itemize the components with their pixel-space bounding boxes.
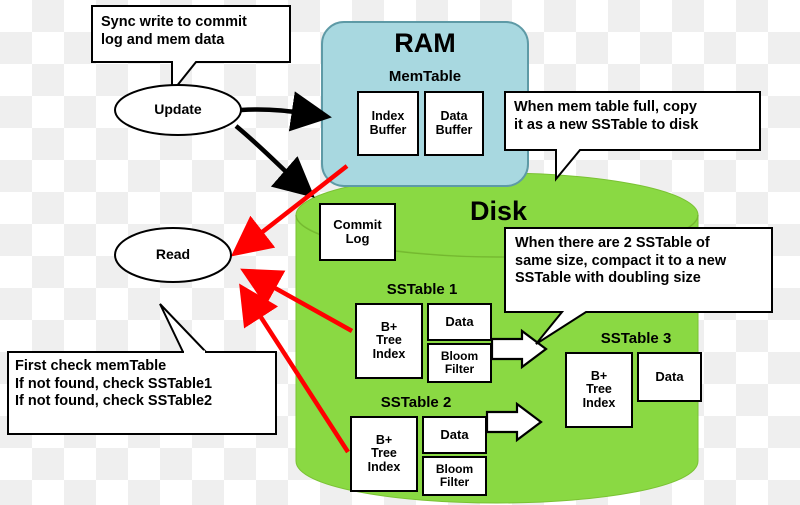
ram-title: RAM bbox=[394, 28, 456, 58]
sstable3-bptree-index-box: B+ Tree Index bbox=[565, 352, 633, 428]
callout-read-path-text: First check memTable If not found, check… bbox=[15, 358, 213, 410]
callout-sync-write-text: Sync write to commit log and mem data bbox=[101, 14, 247, 48]
arrow-update-to-commitlog bbox=[234, 124, 315, 198]
diagram-canvas: RAM MemTable Disk Update Read Index Buff… bbox=[0, 0, 800, 505]
memtable-label: MemTable bbox=[388, 68, 462, 85]
node-update-label: Update bbox=[154, 101, 202, 117]
sstable2-label: SSTable 2 bbox=[380, 394, 452, 411]
sstable2-bptree-index-box: B+ Tree Index bbox=[350, 416, 418, 492]
node-read-label: Read bbox=[155, 246, 191, 262]
sstable1-label: SSTable 1 bbox=[386, 281, 458, 298]
callout-compaction-text: When there are 2 SSTable of same size, c… bbox=[515, 235, 727, 287]
index-buffer-box: Index Buffer bbox=[357, 91, 419, 156]
sstable1-bptree-index-box: B+ Tree Index bbox=[355, 303, 423, 379]
commit-log-box: Commit Log bbox=[319, 203, 396, 261]
sstable2-data-box: Data bbox=[422, 416, 487, 454]
sstable1-data-box: Data bbox=[427, 303, 492, 341]
disk-title: Disk bbox=[470, 196, 528, 226]
data-buffer-box: Data Buffer bbox=[424, 91, 484, 156]
sstable2-bloom-filter-box: Bloom Filter bbox=[422, 456, 487, 496]
sstable3-label: SSTable 3 bbox=[600, 330, 672, 347]
callout-memtable-full-text: When mem table full, copy it as a new SS… bbox=[514, 99, 699, 133]
sstable1-bloom-filter-box: Bloom Filter bbox=[427, 343, 492, 383]
arrow-update-to-memtable bbox=[240, 91, 332, 132]
sstable3-data-box: Data bbox=[637, 352, 702, 402]
